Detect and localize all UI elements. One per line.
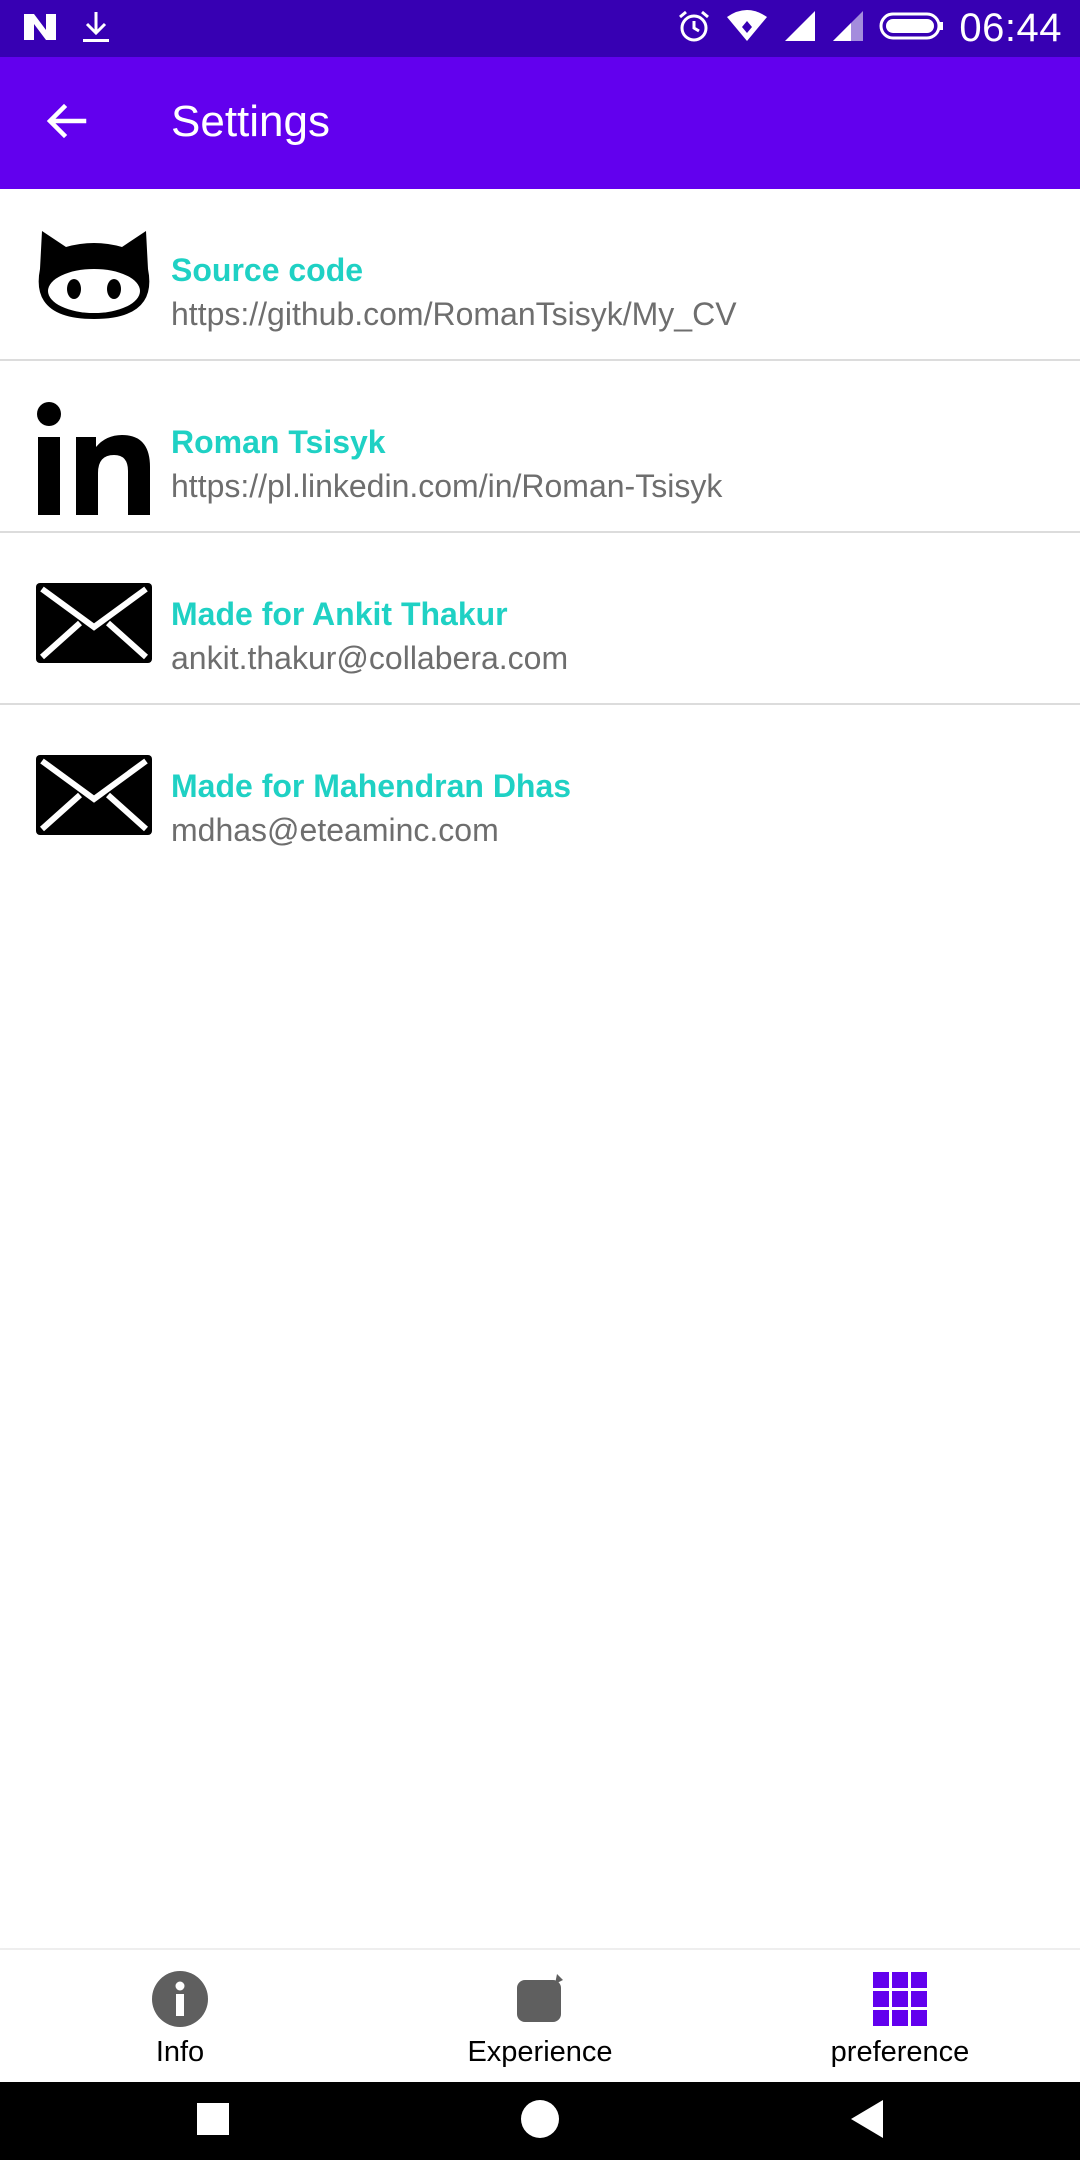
- circle-icon: [519, 2098, 561, 2145]
- status-time: 06:44: [959, 5, 1062, 50]
- mail-icon: [36, 583, 152, 663]
- item-subtitle: https://github.com/RomanTsisyk/My_CV: [171, 296, 737, 332]
- system-navigation-bar: [0, 2082, 1080, 2160]
- github-icon: [36, 229, 152, 321]
- cell-signal-2-icon: [831, 9, 865, 48]
- list-item-linkedin[interactable]: Roman Tsisyk https://pl.linkedin.com/in/…: [0, 361, 1080, 533]
- nav-label: Info: [155, 2036, 205, 2068]
- item-title: Made for Ankit Thakur: [171, 596, 508, 632]
- item-title: Roman Tsisyk: [171, 424, 386, 460]
- settings-list: Source code https://github.com/RomanTsis…: [0, 189, 1080, 877]
- triangle-back-icon: [847, 2098, 887, 2145]
- nav-item-preference[interactable]: preference: [720, 1950, 1080, 2084]
- home-button[interactable]: [515, 2096, 565, 2146]
- download-icon: [80, 10, 112, 49]
- nav-item-info[interactable]: Info: [0, 1950, 360, 2084]
- mail-icon: [36, 755, 152, 835]
- item-subtitle: https://pl.linkedin.com/in/Roman-Tsisyk: [171, 468, 723, 504]
- bottom-navigation: Info Experience preference: [0, 1948, 1080, 2082]
- list-item-source-code[interactable]: Source code https://github.com/RomanTsis…: [0, 189, 1080, 361]
- wifi-icon: [725, 9, 769, 48]
- recents-button[interactable]: [188, 2096, 238, 2146]
- item-subtitle: ankit.thakur@collabera.com: [171, 640, 569, 676]
- cell-signal-icon: [783, 9, 817, 48]
- n-logo-icon: [22, 12, 58, 47]
- item-title: Source code: [171, 252, 364, 288]
- info-icon: [149, 1968, 211, 2030]
- experience-icon: [509, 1968, 571, 2030]
- list-item-mahendran[interactable]: Made for Mahendran Dhas mdhas@eteaminc.c…: [0, 705, 1080, 877]
- status-bar: 06:44: [0, 0, 1080, 57]
- arrow-back-icon: [44, 99, 88, 148]
- alarm-icon: [677, 9, 711, 48]
- grid-icon: [869, 1968, 931, 2030]
- page-title: Settings: [171, 97, 330, 146]
- nav-label: Experience: [467, 2036, 613, 2068]
- nav-item-experience[interactable]: Experience: [360, 1950, 720, 2084]
- back-button[interactable]: [36, 93, 96, 153]
- square-icon: [195, 2101, 231, 2142]
- nav-label: preference: [830, 2036, 970, 2068]
- item-title: Made for Mahendran Dhas: [171, 768, 572, 804]
- list-item-ankit[interactable]: Made for Ankit Thakur ankit.thakur@colla…: [0, 533, 1080, 705]
- back-nav-button[interactable]: [842, 2096, 892, 2146]
- app-bar: Settings: [0, 57, 1080, 189]
- item-subtitle: mdhas@eteaminc.com: [171, 812, 499, 848]
- battery-icon: [879, 11, 945, 46]
- linkedin-icon: [36, 401, 152, 517]
